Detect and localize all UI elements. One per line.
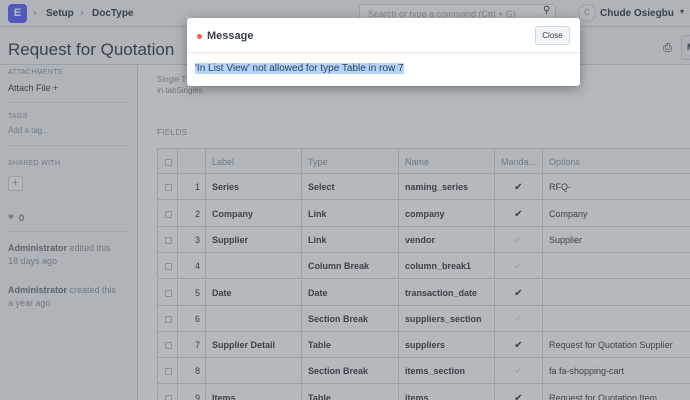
message-text: 'In List View' not allowed for type Tabl…	[195, 63, 404, 74]
dialog-title: Message	[207, 30, 254, 42]
dialog-header: Message Close	[187, 18, 580, 53]
message-dialog: Message Close 'In List View' not allowed…	[187, 18, 580, 86]
dialog-message: 'In List View' not allowed for type Tabl…	[195, 63, 404, 74]
close-button[interactable]: Close	[535, 26, 570, 45]
indicator-dot-icon	[197, 34, 202, 39]
